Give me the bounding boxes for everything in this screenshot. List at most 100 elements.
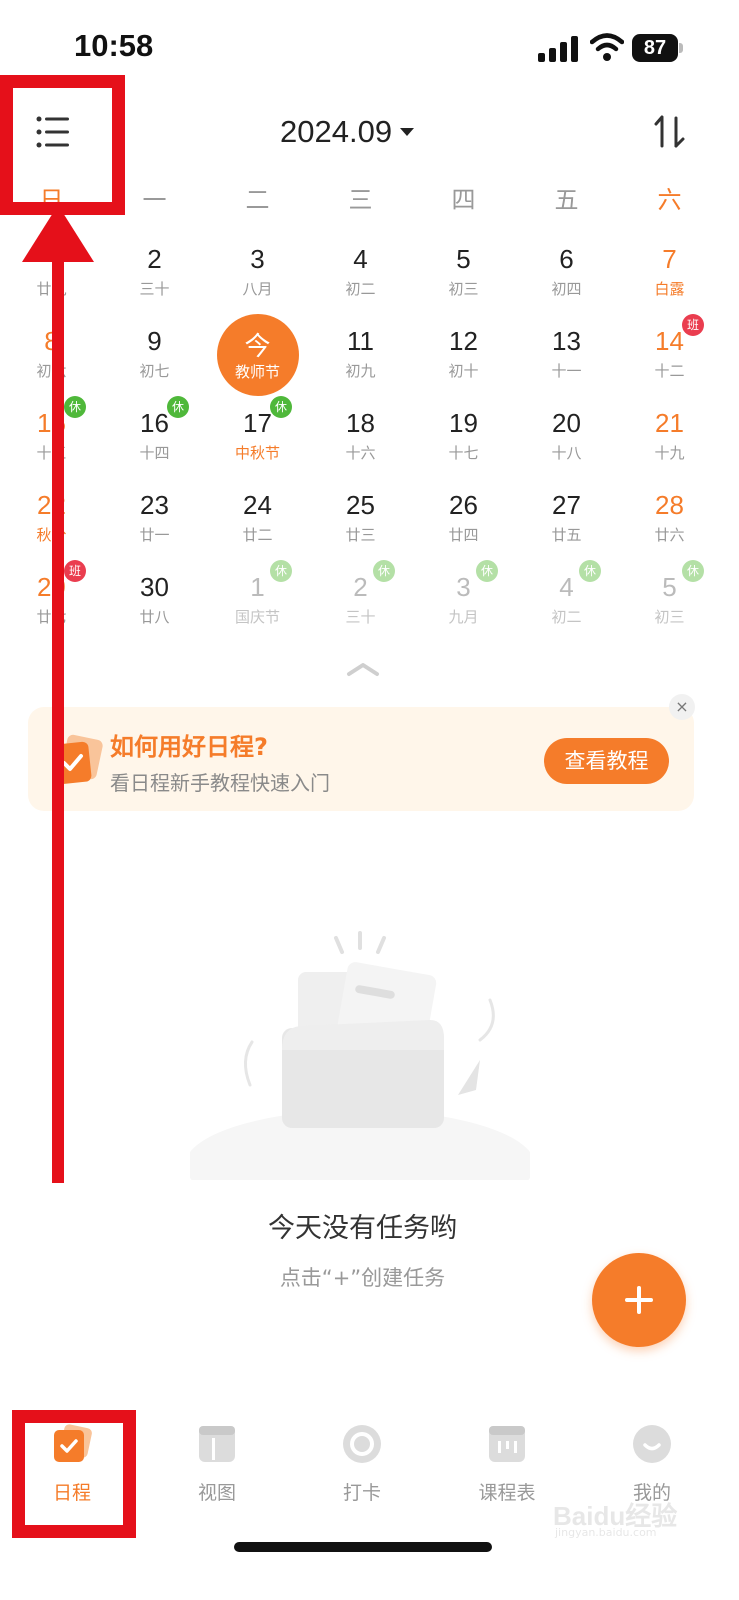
empty-state-title: 今天没有任务哟 [268, 1213, 457, 1244]
lunar-date: 八月 [242, 280, 273, 298]
tab-timetable[interactable]: 课程表 [447, 1410, 567, 1520]
calendar-day[interactable]: 8 初六 [0, 314, 103, 396]
holiday-badge: 休 [579, 560, 601, 582]
day-number: 3 [250, 244, 265, 274]
day-number: 5 [662, 572, 677, 602]
calendar-day[interactable]: 3 九月 休 [412, 560, 515, 642]
workday-badge: 班 [64, 560, 86, 582]
tab-checkin[interactable]: 打卡 [302, 1410, 422, 1520]
lunar-date: 初十 [448, 362, 479, 380]
month-selector[interactable]: 2024.09 [280, 112, 470, 152]
checklist-icon [52, 734, 103, 785]
calendar-day[interactable]: 4 初二 休 [515, 560, 618, 642]
calendar-day[interactable]: 7 白露 [618, 232, 721, 314]
holiday-badge: 休 [167, 396, 189, 418]
day-number: 15 [37, 408, 66, 438]
day-number: 27 [552, 490, 581, 520]
lunar-date: 廿六 [654, 526, 685, 544]
checkin-ring-icon [343, 1425, 381, 1463]
lunar-date: 三十 [345, 608, 376, 626]
lunar-date: 廿八 [139, 608, 170, 626]
day-number: 19 [449, 408, 478, 438]
calendar-day[interactable]: 14 十二 班 [618, 314, 721, 396]
sort-arrows-icon[interactable] [650, 110, 694, 154]
day-number: 24 [243, 490, 272, 520]
day-number: 2 [147, 244, 162, 274]
month-label: 2024.09 [280, 114, 393, 149]
holiday-badge: 休 [476, 560, 498, 582]
calendar-day[interactable]: 12 初十 [412, 314, 515, 396]
calendar-day[interactable]: 18 十六 [309, 396, 412, 478]
lunar-date: 廿一 [139, 526, 170, 544]
calendar-day[interactable]: 24 廿二 [206, 478, 309, 560]
lunar-date: 廿四 [448, 526, 479, 544]
calendar-day[interactable]: 20 十八 [515, 396, 618, 478]
watermark-sub: jingyan.baidu.com [555, 1526, 657, 1539]
day-number: 13 [552, 326, 581, 356]
lunar-date: 廿九 [36, 280, 67, 298]
calendar-day[interactable]: 28 廿六 [618, 478, 721, 560]
lunar-date: 初四 [551, 280, 582, 298]
close-tip-button[interactable]: × [669, 694, 695, 720]
lunar-date: 秋分 [36, 526, 67, 544]
lunar-date: 初三 [654, 608, 685, 626]
baidu-watermark: Baidu经验 jingyan.baidu.com [553, 1496, 693, 1539]
lunar-date: 十六 [345, 444, 376, 462]
calendar-day[interactable]: 16 十四 休 [103, 396, 206, 478]
weekday-thu: 四 [451, 186, 476, 214]
calendar-day[interactable]: 26 廿四 [412, 478, 515, 560]
lunar-date: 教师节 [234, 363, 280, 381]
calendar-day[interactable]: 22 秋分 [0, 478, 103, 560]
lunar-date: 廿二 [242, 526, 273, 544]
lunar-date: 三十 [139, 280, 170, 298]
holiday-badge: 休 [270, 396, 292, 418]
wifi-icon [590, 33, 624, 61]
day-number: 5 [456, 244, 471, 274]
calendar-day[interactable]: 6 初四 [515, 232, 618, 314]
calendar-day-today[interactable]: 今教师节 [206, 314, 309, 396]
calendar-day[interactable]: 3 八月 [206, 232, 309, 314]
calendar-day[interactable]: 5 初三 休 [618, 560, 721, 642]
calendar-day[interactable]: 2 三十 [103, 232, 206, 314]
day-number: 22 [37, 490, 66, 520]
calendar-day[interactable]: 23 廿一 [103, 478, 206, 560]
calendar-day[interactable]: 4 初二 [309, 232, 412, 314]
calendar-day[interactable]: 9 初七 [103, 314, 206, 396]
annotation-box-menu [0, 75, 125, 215]
view-tutorial-button[interactable]: 查看教程 [544, 738, 669, 784]
day-number: 30 [140, 572, 169, 602]
battery-icon: 87 [632, 34, 684, 62]
tab-label: 打卡 [342, 1482, 381, 1504]
day-number: 9 [147, 326, 162, 356]
calendar-day[interactable]: 1 国庆节 休 [206, 560, 309, 642]
calendar-day[interactable]: 27 廿五 [515, 478, 618, 560]
calendar-day[interactable]: 29 廿七 班 [0, 560, 103, 642]
day-number: 28 [655, 490, 684, 520]
calendar-day[interactable]: 19 十七 [412, 396, 515, 478]
calendar-day[interactable]: 15 十三 休 [0, 396, 103, 478]
calendar-day[interactable]: 廿九 [0, 232, 103, 314]
calendar-day[interactable]: 5 初三 [412, 232, 515, 314]
calendar-day[interactable]: 11 初九 [309, 314, 412, 396]
lunar-date: 白露 [654, 280, 685, 298]
cellular-signal-icon [538, 36, 580, 62]
day-number: 26 [449, 490, 478, 520]
weekday-sat: 六 [657, 186, 682, 214]
holiday-badge: 休 [64, 396, 86, 418]
lunar-date: 国庆节 [234, 608, 280, 626]
calendar-day[interactable]: 2 三十 休 [309, 560, 412, 642]
day-number: 11 [347, 326, 374, 356]
add-task-button[interactable] [592, 1253, 686, 1347]
collapse-chevron-icon[interactable] [345, 660, 381, 678]
calendar-day[interactable]: 25 廿三 [309, 478, 412, 560]
calendar-day[interactable]: 21 十九 [618, 396, 721, 478]
weekday-tue: 二 [245, 186, 270, 214]
calendar-day[interactable]: 17 中秋节 休 [206, 396, 309, 478]
calendar-day[interactable]: 13 十一 [515, 314, 618, 396]
day-number: 4 [353, 244, 368, 274]
tab-view[interactable]: 视图 [157, 1410, 277, 1520]
calendar-day[interactable]: 30 廿八 [103, 560, 206, 642]
lunar-date: 中秋节 [234, 444, 280, 462]
workday-badge: 班 [682, 314, 704, 336]
day-number: 16 [140, 408, 169, 438]
